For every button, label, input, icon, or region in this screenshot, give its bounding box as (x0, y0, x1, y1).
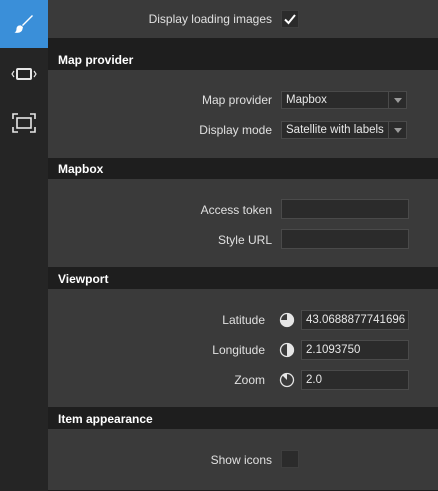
longitude-dial-icon[interactable] (279, 342, 295, 358)
longitude-input[interactable]: 2.1093750 (301, 340, 409, 360)
show-icons-checkbox[interactable] (281, 450, 299, 468)
resize-horizontal-icon (11, 68, 37, 80)
map-provider-section: Map provider Mapbox Display mode Satelli… (48, 70, 438, 158)
longitude-label: Longitude (212, 343, 265, 357)
display-mode-select[interactable]: Satellite with labels (281, 121, 407, 139)
viewport-section: Latitude 43.0688877741696 Longitude 2.10… (48, 289, 438, 407)
latitude-dial-icon[interactable] (279, 312, 295, 328)
display-mode-label: Display mode (199, 123, 272, 137)
zoom-input[interactable]: 2.0 (301, 370, 409, 390)
access-token-label: Access token (200, 203, 272, 217)
map-provider-header-label: Map provider (58, 53, 134, 67)
item-appearance-header: Item appearance (48, 409, 438, 429)
sidebar (0, 0, 48, 491)
fullscreen-icon (12, 113, 36, 133)
display-loading-images-checkbox[interactable] (281, 10, 299, 28)
show-icons-label: Show icons (210, 453, 272, 467)
mapbox-section: Access token Style URL (48, 179, 438, 267)
map-provider-select[interactable]: Mapbox (281, 91, 407, 109)
sidebar-item-size[interactable] (0, 50, 48, 98)
style-url-input[interactable] (281, 229, 409, 249)
viewport-header: Viewport (48, 269, 438, 289)
item-appearance-section: Show icons (48, 429, 438, 490)
display-mode-value: Satellite with labels (286, 124, 384, 136)
map-provider-header: Map provider (48, 50, 438, 70)
chevron-down-icon (388, 92, 406, 108)
zoom-dial-icon[interactable] (279, 372, 295, 388)
access-token-input[interactable] (281, 199, 409, 219)
map-provider-label: Map provider (201, 93, 272, 107)
zoom-label: Zoom (234, 373, 265, 387)
style-url-label: Style URL (217, 233, 272, 247)
chevron-down-icon (388, 122, 406, 138)
paintbrush-icon (14, 15, 33, 33)
general-section: Display loading images (48, 0, 438, 38)
map-provider-value: Mapbox (286, 94, 327, 106)
sidebar-item-fullscreen[interactable] (0, 99, 48, 147)
sidebar-item-style[interactable] (0, 0, 48, 48)
viewport-header-label: Viewport (58, 272, 109, 286)
properties-panel: Display loading images Map provider Map … (48, 0, 438, 491)
mapbox-header: Mapbox (48, 159, 438, 179)
latitude-label: Latitude (222, 313, 265, 327)
mapbox-header-label: Mapbox (58, 162, 104, 176)
display-loading-images-label: Display loading images (148, 12, 272, 26)
checkmark-icon (284, 14, 296, 25)
latitude-input[interactable]: 43.0688877741696 (301, 310, 409, 330)
item-appearance-header-label: Item appearance (58, 412, 153, 426)
